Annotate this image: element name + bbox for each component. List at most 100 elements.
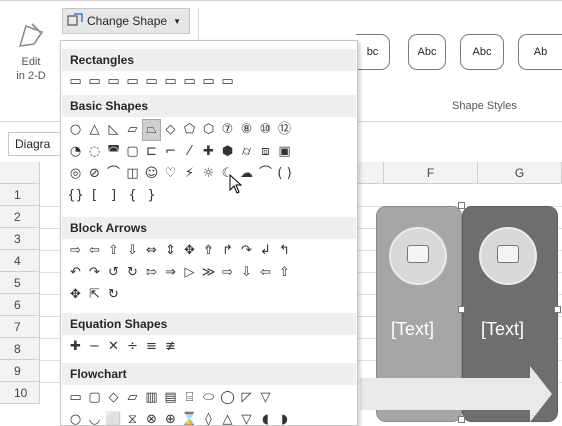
shape-option[interactable]: ⌛ bbox=[181, 410, 198, 425]
shape-option[interactable]: ▭ bbox=[67, 72, 84, 92]
shape-option[interactable]: ◊ bbox=[200, 410, 217, 425]
shape-option[interactable]: ✕ bbox=[105, 337, 122, 357]
shape-option[interactable]: ◡ bbox=[86, 410, 103, 425]
row-header-1[interactable]: 1 bbox=[0, 184, 40, 206]
shape-option[interactable]: { bbox=[124, 186, 141, 206]
shape-option[interactable]: ▭ bbox=[67, 388, 84, 408]
shape-option[interactable]: ⌐ bbox=[162, 142, 179, 162]
shape-option[interactable]: ⇦ bbox=[86, 241, 103, 261]
shape-option[interactable]: ◇ bbox=[162, 120, 179, 140]
edit-in-2d-button[interactable]: Edit in 2-D bbox=[8, 20, 54, 84]
shape-option[interactable]: ♡ bbox=[162, 164, 179, 184]
shape-option[interactable]: ⇧ bbox=[276, 263, 293, 283]
shape-option[interactable]: ≡ bbox=[143, 337, 160, 357]
shape-option[interactable]: ⇱ bbox=[86, 285, 103, 305]
shape-option[interactable]: ◎ bbox=[67, 164, 84, 184]
shape-option[interactable]: ↷ bbox=[86, 263, 103, 283]
picture-placeholder[interactable] bbox=[389, 227, 447, 285]
shape-style-button-2[interactable]: Abc bbox=[408, 34, 446, 70]
shape-option[interactable]: ⌸ bbox=[181, 388, 198, 408]
shape-option[interactable]: ⬜ bbox=[105, 410, 122, 425]
shape-option[interactable]: ▭ bbox=[124, 72, 141, 92]
row-header-7[interactable]: 7 bbox=[0, 316, 40, 338]
shape-option[interactable]: ⇰ bbox=[143, 263, 160, 283]
shape-option[interactable]: − bbox=[86, 337, 103, 357]
shape-option[interactable]: ≢ bbox=[162, 337, 179, 357]
shape-option[interactable]: ⇒ bbox=[162, 263, 179, 283]
change-shape-button[interactable]: Change Shape ▼ bbox=[62, 8, 190, 34]
row-header-9[interactable]: 9 bbox=[0, 360, 40, 382]
shape-option[interactable]: ⧈ bbox=[257, 142, 274, 162]
shape-option[interactable]: ▣ bbox=[276, 142, 293, 162]
shape-option[interactable]: ≫ bbox=[200, 263, 217, 283]
shape-option[interactable]: ▭ bbox=[181, 72, 198, 92]
shape-option[interactable]: ◗ bbox=[276, 410, 293, 425]
shape-option[interactable]: ↲ bbox=[257, 241, 274, 261]
row-header-6[interactable]: 6 bbox=[0, 294, 40, 316]
row-header-2[interactable]: 2 bbox=[0, 206, 40, 228]
shape-option[interactable]: ▽ bbox=[257, 388, 274, 408]
row-header-10[interactable]: 10 bbox=[0, 382, 40, 404]
shape-option[interactable]: ☼ bbox=[200, 164, 217, 184]
shape-option[interactable]: ▤ bbox=[162, 388, 179, 408]
shape-option[interactable]: ⊕ bbox=[162, 410, 179, 425]
shape-option[interactable]: ↺ bbox=[105, 263, 122, 283]
shape-option[interactable]: [ bbox=[86, 186, 103, 206]
shape-option[interactable]: ⇮ bbox=[200, 241, 217, 261]
shape-option[interactable]: ⁄ bbox=[181, 142, 198, 162]
shape-option[interactable]: ▭ bbox=[200, 72, 217, 92]
shape-option[interactable]: △ bbox=[86, 120, 103, 140]
shape-option[interactable]: ✥ bbox=[67, 285, 84, 305]
shape-option[interactable]: ▱ bbox=[124, 120, 141, 140]
shape-option[interactable]: ◖ bbox=[257, 410, 274, 425]
shape-option[interactable]: ▢ bbox=[124, 142, 141, 162]
shape-option[interactable]: ⊘ bbox=[86, 164, 103, 184]
shape-option[interactable]: ▭ bbox=[219, 72, 236, 92]
name-box[interactable]: Diagra bbox=[8, 132, 62, 156]
shape-option[interactable]: ⬠ bbox=[181, 120, 198, 140]
smartart-text-3[interactable]: [Text] bbox=[391, 319, 434, 340]
shape-option[interactable]: {} bbox=[67, 186, 84, 206]
shape-option[interactable]: ⇨ bbox=[67, 241, 84, 261]
shape-option[interactable]: ◺ bbox=[105, 120, 122, 140]
shape-option[interactable]: ◸ bbox=[238, 388, 255, 408]
shape-option[interactable]: ⌒ bbox=[105, 164, 122, 184]
shape-option[interactable]: ↱ bbox=[219, 241, 236, 261]
shape-option[interactable]: ⚡ bbox=[181, 164, 198, 184]
resize-handle[interactable] bbox=[458, 416, 465, 423]
shape-option[interactable]: ⬭ bbox=[200, 388, 217, 408]
shape-style-button-4[interactable]: Ab bbox=[518, 34, 562, 70]
shape-option[interactable]: ▭ bbox=[86, 72, 103, 92]
column-header-G[interactable]: G bbox=[478, 162, 562, 184]
resize-handle[interactable] bbox=[458, 202, 465, 209]
shape-option[interactable]: ↰ bbox=[276, 241, 293, 261]
shape-option[interactable]: ⏢ bbox=[142, 119, 161, 141]
picture-placeholder[interactable] bbox=[479, 227, 537, 285]
shape-option[interactable]: ⬢ bbox=[219, 142, 236, 162]
shape-style-button-1[interactable]: bc bbox=[356, 34, 390, 70]
shape-option[interactable]: ] bbox=[105, 186, 122, 206]
shape-option[interactable]: ⇨ bbox=[219, 263, 236, 283]
shape-option[interactable]: ▢ bbox=[86, 388, 103, 408]
shape-option[interactable]: ⇧ bbox=[105, 241, 122, 261]
row-header-3[interactable]: 3 bbox=[0, 228, 40, 250]
shape-option[interactable]: ↻ bbox=[105, 285, 122, 305]
shape-option[interactable]: ⊏ bbox=[143, 142, 160, 162]
shape-option[interactable]: △ bbox=[219, 410, 236, 425]
shape-option[interactable]: ⇔ bbox=[143, 241, 160, 261]
shape-option[interactable]: ↷ bbox=[238, 241, 255, 261]
shape-option[interactable]: ☺ bbox=[143, 164, 160, 184]
shape-option[interactable]: ⌭ bbox=[238, 142, 255, 162]
shape-option[interactable]: ○ bbox=[67, 120, 84, 140]
shape-option[interactable]: ▷ bbox=[181, 263, 198, 283]
shape-option[interactable]: ⑧ bbox=[238, 120, 255, 140]
resize-handle[interactable] bbox=[458, 306, 465, 313]
shape-option[interactable]: ⇩ bbox=[124, 241, 141, 261]
shape-option[interactable]: ▽ bbox=[238, 410, 255, 425]
shape-style-button-3[interactable]: Abc bbox=[460, 34, 504, 70]
shape-option[interactable]: ⑩ bbox=[257, 120, 274, 140]
shape-option[interactable]: ⑫ bbox=[276, 120, 293, 140]
shape-option[interactable]: ◫ bbox=[124, 164, 141, 184]
shape-option[interactable]: ▭ bbox=[143, 72, 160, 92]
shape-option[interactable]: ⑦ bbox=[219, 120, 236, 140]
